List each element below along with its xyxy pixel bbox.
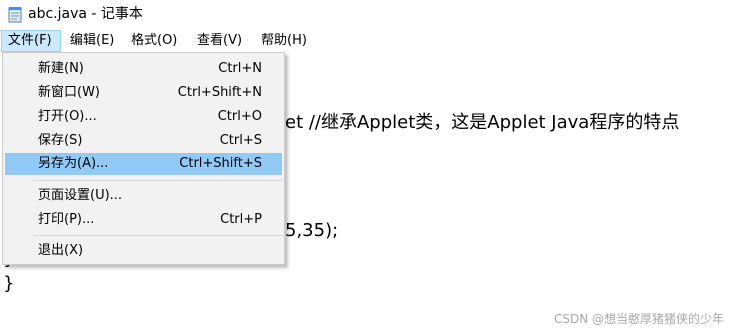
notepad-icon [8, 7, 22, 23]
menu-item-label: 另存为(A)... [38, 156, 109, 171]
menu-item-shortcut: Ctrl+Shift+N [177, 85, 262, 100]
menu-item-label: 页面设置(U)... [38, 188, 123, 203]
menu-item-print[interactable]: 打印(P)... Ctrl+P [5, 209, 282, 231]
code-line: et //继承Applet类，这是Applet Java程序的特点 [285, 112, 680, 133]
menu-view[interactable]: 查看(V) [191, 30, 248, 52]
code-line: } [3, 273, 15, 294]
watermark-text: CSDN @想当憨厚猪猪侠的少年 [553, 312, 724, 326]
menu-item-label: 保存(S) [38, 133, 83, 148]
menu-bar: 文件(F) 编辑(E) 格式(O) 查看(V) 帮助(H) [0, 30, 738, 52]
menu-item-shortcut: Ctrl+S [219, 133, 262, 148]
menu-edit[interactable]: 编辑(E) [64, 30, 120, 52]
menu-item-shortcut: Ctrl+Shift+S [179, 156, 262, 171]
code-line: 5,35); [285, 220, 339, 241]
menu-item-shortcut: Ctrl+P [220, 212, 262, 227]
menu-item-label: 打印(P)... [38, 212, 95, 227]
menu-item-exit[interactable]: 退出(X) [5, 240, 282, 262]
title-bar: abc.java - 记事本 [0, 0, 738, 30]
menu-help[interactable]: 帮助(H) [255, 30, 313, 52]
menu-item-page-setup[interactable]: 页面设置(U)... [5, 185, 282, 207]
menu-item-label: 新建(N) [38, 61, 84, 76]
menu-item-new-window[interactable]: 新窗口(W) Ctrl+Shift+N [5, 82, 282, 104]
file-dropdown-menu: 新建(N) Ctrl+N 新窗口(W) Ctrl+Shift+N 打开(O)..… [2, 52, 285, 265]
menu-item-save[interactable]: 保存(S) Ctrl+S [5, 130, 282, 152]
menu-item-open[interactable]: 打开(O)... Ctrl+O [5, 106, 282, 128]
window-title: abc.java - 记事本 [28, 6, 143, 22]
menu-item-shortcut: Ctrl+N [218, 61, 262, 76]
menu-item-label: 退出(X) [38, 243, 84, 258]
menu-item-save-as[interactable]: 另存为(A)... Ctrl+Shift+S [5, 153, 282, 175]
menu-separator [33, 180, 283, 181]
menu-separator [33, 235, 283, 236]
menu-file[interactable]: 文件(F) [1, 30, 61, 52]
menu-item-shortcut: Ctrl+O [217, 109, 262, 124]
menu-item-label: 打开(O)... [38, 109, 97, 124]
menu-item-new[interactable]: 新建(N) Ctrl+N [5, 58, 282, 80]
menu-format[interactable]: 格式(O) [125, 30, 183, 52]
menu-item-label: 新窗口(W) [38, 85, 100, 100]
